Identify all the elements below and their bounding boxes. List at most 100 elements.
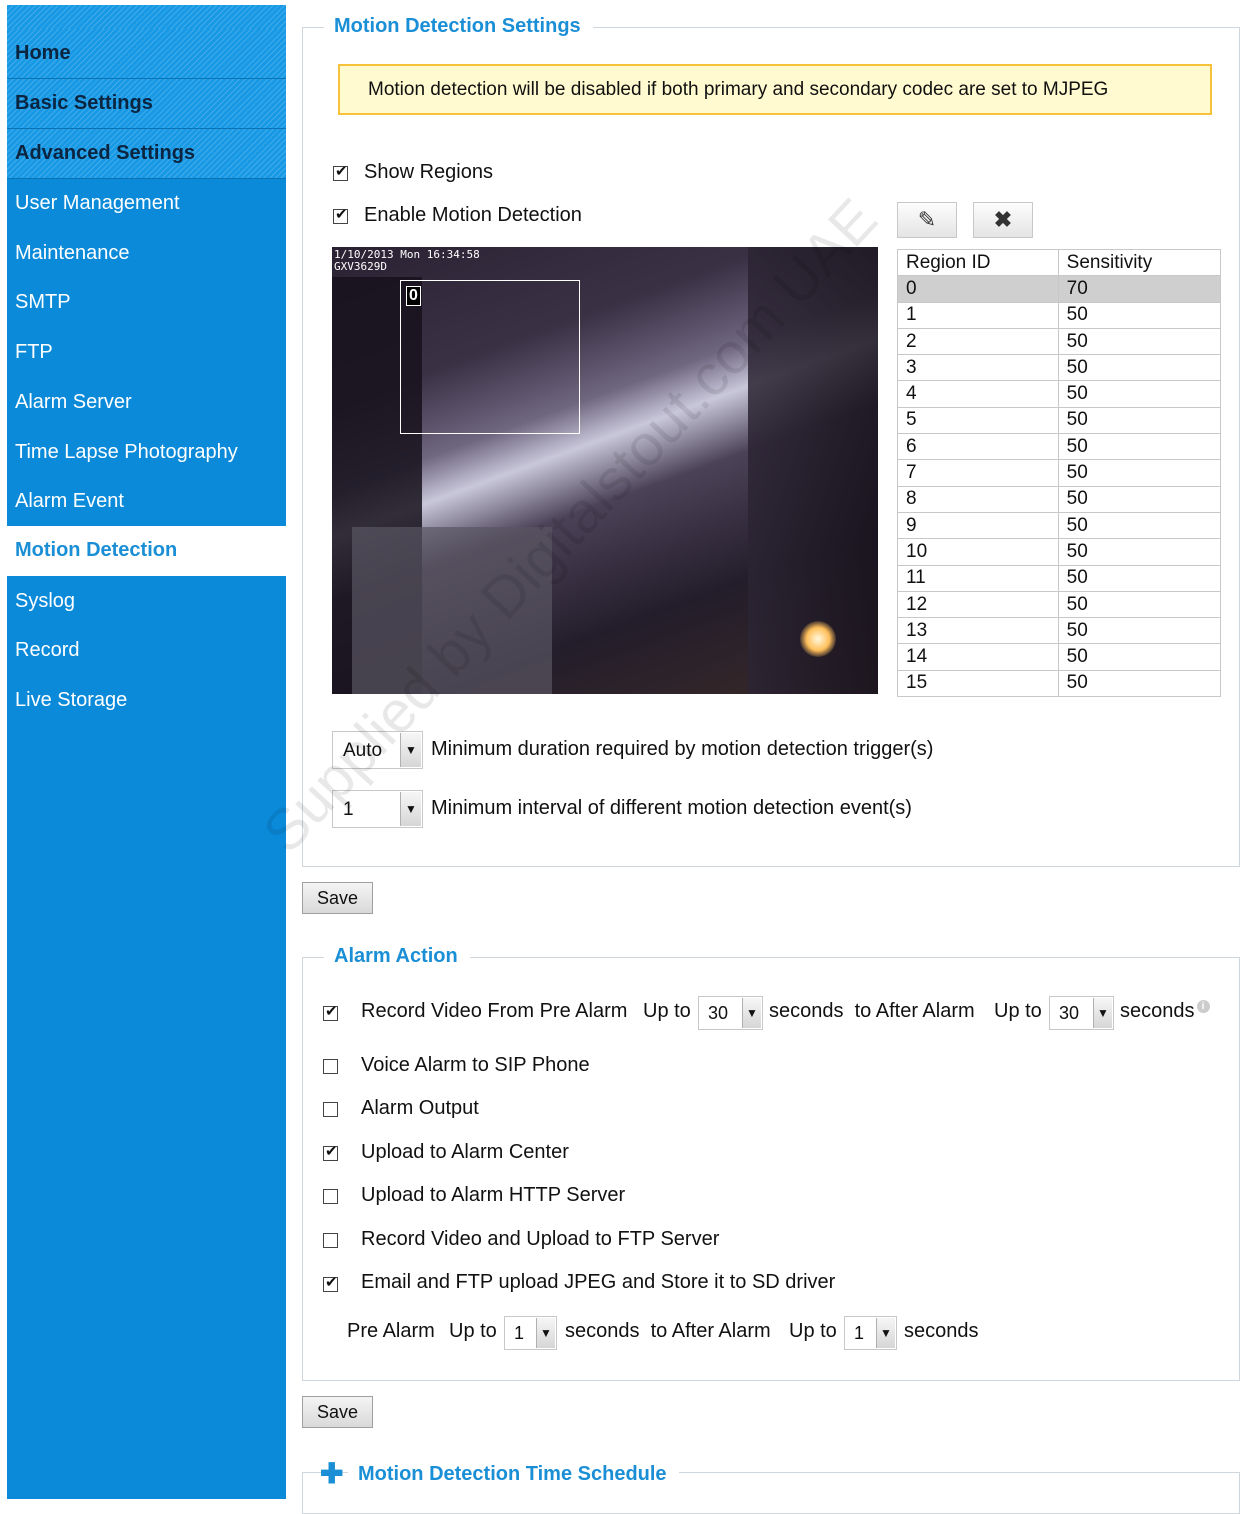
sidebar-item-syslog[interactable]: Syslog (7, 577, 286, 627)
checkmark-icon: ✔ (335, 206, 348, 223)
pre-alarm-seconds-select[interactable]: 30 ▼ (698, 996, 763, 1030)
table-row[interactable]: 12 50 (897, 590, 1222, 619)
table-row[interactable]: 8 50 (897, 485, 1222, 513)
email-seconds-label: seconds (904, 1320, 979, 1342)
info-icon[interactable]: i (1196, 1000, 1210, 1013)
sensitivity-cell: 50 (1057, 669, 1222, 698)
save-motion-button[interactable]: Save (302, 882, 374, 914)
email-pre-alarm-select[interactable]: 1 ▼ (504, 1316, 557, 1350)
edit-region-button[interactable]: ✎ (897, 202, 957, 238)
sensitivity-cell: 50 (1057, 380, 1222, 408)
region-id-cell: 0 (897, 275, 1059, 303)
post-alarm-seconds-select[interactable]: 30 ▼ (1049, 996, 1114, 1030)
show-regions-label: Show Regions (364, 161, 493, 183)
sidebar-item-user-management[interactable]: User Management (7, 179, 286, 229)
sidebar-item-live-storage[interactable]: Live Storage (7, 676, 286, 726)
region-id-cell: 1 (897, 301, 1059, 329)
alarm-action-title: Alarm Action (324, 945, 470, 968)
table-row[interactable]: 10 50 (897, 538, 1222, 566)
x-icon: ✖ (993, 207, 1013, 232)
up-to-label: Up to (643, 1000, 691, 1022)
min-interval-label: Minimum interval of different motion det… (431, 797, 912, 819)
record-upload-ftp-checkbox[interactable] (323, 1233, 338, 1248)
pre-alarm-seconds-value: 30 (708, 1003, 729, 1023)
sensitivity-cell: 50 (1057, 485, 1222, 513)
min-interval-select[interactable]: 1 ▼ (332, 790, 423, 828)
alarm-output-checkbox[interactable] (323, 1102, 338, 1117)
table-row[interactable]: 2 50 (897, 327, 1222, 356)
table-row[interactable]: 1 50 (897, 301, 1222, 329)
schedule-title[interactable]: Motion Detection Time Schedule (348, 1463, 679, 1486)
pencil-icon: ✎ (917, 207, 937, 232)
plus-icon[interactable]: ✚ (320, 1460, 343, 1488)
sidebar-item-time-lapse[interactable]: Time Lapse Photography (7, 428, 286, 478)
delete-region-button[interactable]: ✖ (973, 202, 1033, 238)
post-alarm-seconds-value: 30 (1059, 1003, 1080, 1023)
table-row[interactable]: 4 50 (897, 380, 1222, 408)
sensitivity-cell: 50 (1057, 590, 1222, 619)
email-pre-alarm-value: 1 (514, 1323, 525, 1343)
chevron-down-icon: ▼ (1093, 998, 1112, 1028)
min-interval-value: 1 (343, 799, 354, 820)
preview-camera-name: GXV3629D (334, 260, 387, 273)
enable-motion-checkbox[interactable]: ✔ (333, 206, 348, 224)
upload-http-server-label: Upload to Alarm HTTP Server (361, 1184, 626, 1206)
sidebar-item-record[interactable]: Record (7, 626, 286, 676)
sensitivity-cell: 50 (1057, 406, 1222, 435)
sidebar-item-smtp[interactable]: SMTP (7, 278, 286, 328)
table-row[interactable]: 5 50 (897, 406, 1222, 435)
checkmark-icon: ✔ (335, 163, 348, 180)
sidebar-item-ftp[interactable]: FTP (7, 328, 286, 378)
region-id-cell: 14 (897, 643, 1059, 671)
sidebar-item-alarm-event[interactable]: Alarm Event (7, 477, 286, 527)
upload-alarm-center-label: Upload to Alarm Center (361, 1141, 569, 1163)
motion-region-box[interactable]: 0 (400, 280, 580, 434)
preview-building-center (352, 527, 552, 694)
sensitivity-cell: 50 (1057, 511, 1222, 540)
chevron-down-icon: ▼ (876, 1318, 895, 1348)
table-row[interactable]: 11 50 (897, 564, 1222, 592)
voice-alarm-label: Voice Alarm to SIP Phone (361, 1054, 590, 1076)
table-row[interactable]: 3 50 (897, 354, 1222, 382)
table-row[interactable]: 14 50 (897, 643, 1222, 671)
region-id-cell: 15 (897, 669, 1059, 698)
voice-alarm-checkbox[interactable] (323, 1059, 338, 1074)
preview-timestamp: 1/10/2013 Mon 16:34:58 GXV3629D (334, 249, 480, 273)
table-row[interactable]: 9 50 (897, 511, 1222, 540)
region-id-cell: 3 (897, 354, 1059, 382)
table-row[interactable]: 13 50 (897, 617, 1222, 645)
region-id-cell: 2 (897, 327, 1059, 356)
enable-motion-label: Enable Motion Detection (364, 204, 582, 226)
save-alarm-button[interactable]: Save (302, 1396, 374, 1428)
seconds-label: seconds i (1120, 1000, 1210, 1023)
upload-alarm-center-checkbox[interactable]: ✔ (323, 1143, 338, 1161)
sensitivity-cell: 50 (1057, 301, 1222, 329)
show-regions-checkbox[interactable]: ✔ (333, 163, 348, 181)
record-pre-alarm-checkbox[interactable]: ✔ (323, 1003, 338, 1021)
sidebar-item-motion-detection[interactable]: Motion Detection (7, 526, 286, 576)
camera-preview[interactable]: 1/10/2013 Mon 16:34:58 GXV3629D 0 (332, 247, 878, 694)
email-post-alarm-value: 1 (854, 1323, 865, 1343)
chevron-down-icon: ▼ (400, 733, 421, 767)
sidebar-item-alarm-server[interactable]: Alarm Server (7, 378, 286, 428)
sidebar-item-advanced-settings[interactable]: Advanced Settings (7, 129, 286, 179)
table-row[interactable]: 15 50 (897, 669, 1222, 698)
sidebar-item-home[interactable]: Home (7, 29, 286, 79)
email-seconds-to-after-label: seconds to After Alarm (565, 1320, 771, 1342)
table-row[interactable]: 0 70 (897, 275, 1222, 303)
region-id-cell: 4 (897, 380, 1059, 408)
checkmark-icon: ✔ (325, 1143, 338, 1160)
up-to-label-3: Up to (449, 1320, 497, 1342)
checkmark-icon: ✔ (325, 1003, 338, 1020)
min-duration-select[interactable]: Auto ▼ (332, 731, 423, 769)
email-post-alarm-select[interactable]: 1 ▼ (844, 1316, 897, 1350)
sensitivity-cell: 50 (1057, 564, 1222, 592)
table-row[interactable]: 7 50 (897, 459, 1222, 487)
email-ftp-jpeg-checkbox[interactable]: ✔ (323, 1274, 338, 1292)
table-row[interactable]: 6 50 (897, 433, 1222, 461)
chevron-down-icon: ▼ (536, 1318, 555, 1348)
upload-http-server-checkbox[interactable] (323, 1189, 338, 1204)
sidebar-item-maintenance[interactable]: Maintenance (7, 229, 286, 279)
sidebar-item-basic-settings[interactable]: Basic Settings (7, 79, 286, 129)
sensitivity-header: Sensitivity (1057, 248, 1222, 277)
